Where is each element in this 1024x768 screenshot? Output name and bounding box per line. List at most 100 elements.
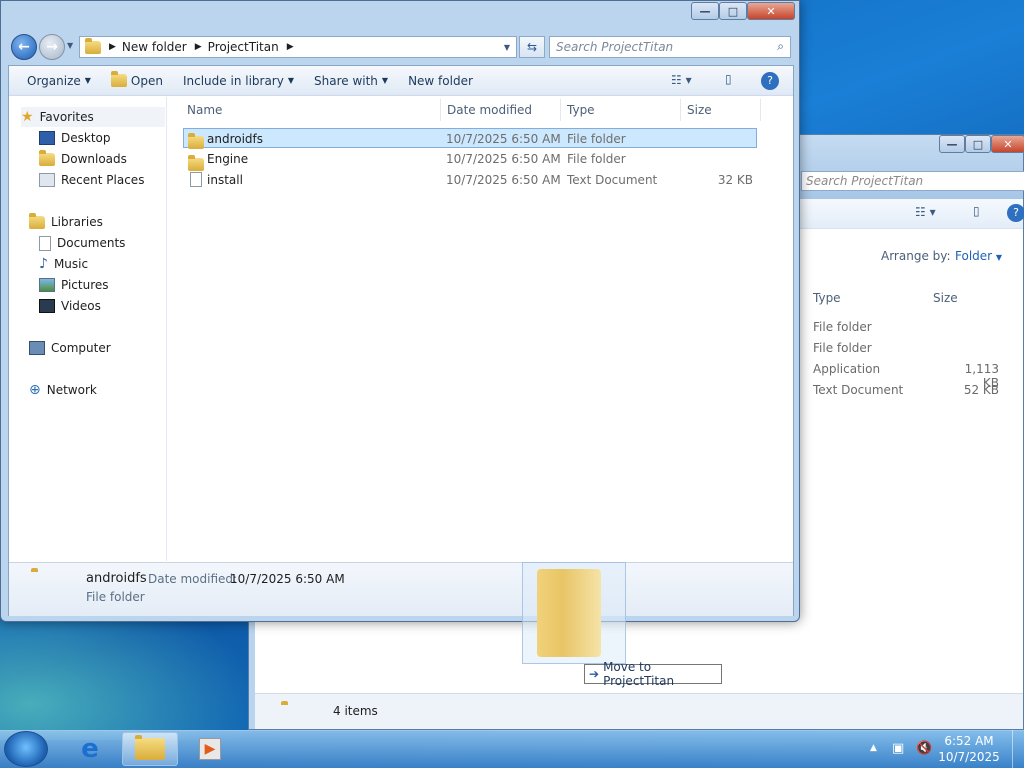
network-tray-icon[interactable]: ▣ (892, 741, 904, 756)
maximize-button[interactable]: □ (719, 2, 747, 20)
preview-pane-icon[interactable]: ▯ (725, 72, 732, 86)
downloads-icon (39, 149, 55, 166)
back-column-type[interactable]: Type (813, 291, 841, 305)
nav-network-label: Network (46, 383, 97, 397)
search-icon[interactable]: ⌕ (777, 39, 784, 54)
open-button[interactable]: Open (101, 69, 173, 93)
explorer-window[interactable]: — □ ✕ ← → ▼ ▶ New folder ▶ ProjectTitan … (0, 0, 800, 622)
open-folder-icon (110, 71, 127, 87)
file-name: install (207, 173, 243, 187)
nav-pictures-label: Pictures (61, 278, 109, 292)
details-pane: androidfs Date modified: 10/7/2025 6:50 … (9, 562, 793, 616)
nav-music[interactable]: ♪ Music (39, 254, 88, 274)
breadcrumb-arrow-icon[interactable]: ▶ (109, 42, 116, 52)
folder-icon (188, 132, 204, 149)
show-desktop-button[interactable] (1012, 730, 1024, 768)
nav-desktop-label: Desktop (61, 131, 111, 145)
internet-explorer-taskbar-button[interactable]: e (62, 732, 118, 766)
nav-pictures[interactable]: Pictures (39, 275, 109, 295)
details-name: androidfs (86, 571, 147, 586)
organize-button[interactable]: Organize ▼ (17, 69, 101, 93)
share-with-button[interactable]: Share with ▼ (304, 69, 398, 93)
file-size: 32 KB (717, 173, 753, 187)
windows-explorer-taskbar-button[interactable] (122, 732, 178, 766)
nav-recent-places[interactable]: Recent Places (39, 170, 144, 190)
column-header-date[interactable]: Date modified (443, 99, 561, 121)
nav-downloads-label: Downloads (61, 152, 127, 166)
back-column-size[interactable]: Size (933, 291, 958, 305)
preview-pane-icon[interactable]: ▯ (973, 204, 980, 218)
show-hidden-icons-button[interactable]: ▲ (870, 743, 877, 753)
minimize-button[interactable]: — (691, 2, 719, 20)
search-placeholder: Search ProjectTitan (556, 40, 674, 54)
desktop-icon (39, 131, 55, 145)
nav-documents[interactable]: Documents (39, 233, 125, 253)
text-document-icon (190, 172, 202, 187)
column-size-label: Size (687, 103, 712, 117)
nav-favorites[interactable]: ★ Favorites (21, 107, 165, 127)
file-row-androidfs[interactable]: androidfs 10/7/2025 6:50 AM File folder (183, 128, 757, 149)
back-row-type: File folder (813, 320, 872, 334)
file-name: androidfs (207, 132, 264, 146)
libraries-icon (29, 212, 45, 229)
back-status-bar: 4 items (255, 693, 1023, 729)
pictures-icon (39, 278, 55, 292)
folder-icon (188, 154, 204, 171)
videos-icon (39, 299, 55, 313)
breadcrumb-arrow-icon[interactable]: ▶ (287, 42, 294, 52)
column-type-label: Type (567, 103, 595, 117)
back-button[interactable]: ← (11, 34, 37, 60)
dragged-folder-icon (537, 569, 601, 657)
breadcrumb-new-folder[interactable]: New folder (122, 40, 187, 54)
search-input[interactable]: Search ProjectTitan ⌕ (549, 36, 791, 58)
arrange-by-dropdown[interactable]: Folder ▼ (955, 249, 1002, 263)
item-count: 4 items (333, 704, 378, 718)
back-minimize-button[interactable]: — (939, 135, 965, 153)
column-header-size[interactable]: Size (683, 99, 761, 121)
nav-recent-places-label: Recent Places (61, 173, 145, 187)
column-header-type[interactable]: Type (563, 99, 681, 121)
media-player-icon: ▶ (199, 738, 221, 760)
breadcrumb-projecttitan[interactable]: ProjectTitan (208, 40, 279, 54)
file-row-install[interactable]: install 10/7/2025 6:50 AM Text Document … (183, 170, 757, 190)
command-bar: Organize ▼ Open Include in library ▼ Share… (9, 66, 793, 96)
windows-explorer-icon (135, 735, 165, 760)
recent-pages-icon[interactable]: ▼ (67, 41, 73, 50)
start-button[interactable] (4, 731, 48, 767)
nav-videos[interactable]: Videos (39, 296, 101, 316)
new-folder-button[interactable]: New folder (398, 69, 483, 93)
back-close-button[interactable]: ✕ (991, 135, 1024, 153)
column-header-name[interactable]: Name (183, 99, 441, 121)
file-row-engine[interactable]: Engine 10/7/2025 6:50 AM File folder (183, 149, 757, 171)
breadcrumb-arrow-icon[interactable]: ▶ (195, 42, 202, 52)
nav-network[interactable]: ⊕ Network (29, 380, 97, 400)
forward-button[interactable]: → (39, 34, 65, 60)
back-search-input[interactable]: Search ProjectTitan (801, 171, 1024, 191)
clock[interactable]: 6:52 AM 10/7/2025 (934, 733, 1004, 765)
help-icon[interactable]: ? (761, 72, 779, 90)
back-row-type: Text Document (813, 383, 904, 397)
share-with-label: Share with (314, 73, 378, 88)
file-date: 10/7/2025 6:50 AM (446, 152, 561, 166)
include-in-library-button[interactable]: Include in library ▼ (173, 69, 304, 93)
help-icon[interactable]: ? (1007, 204, 1024, 222)
drag-ghost (522, 562, 626, 664)
recent-places-icon (39, 173, 55, 187)
view-options-icon[interactable]: ☷ ▾ (915, 205, 936, 219)
media-player-taskbar-button[interactable]: ▶ (182, 732, 238, 766)
back-maximize-button[interactable]: □ (965, 135, 991, 153)
volume-muted-icon[interactable]: 🔇 (916, 741, 932, 756)
refresh-button[interactable]: ⇆ (519, 36, 545, 58)
music-icon: ♪ (39, 256, 48, 272)
nav-desktop[interactable]: Desktop (39, 128, 111, 148)
nav-computer[interactable]: Computer (29, 338, 111, 358)
nav-downloads[interactable]: Downloads (39, 149, 127, 169)
view-options-icon[interactable]: ☷ ▾ (671, 73, 692, 87)
nav-libraries[interactable]: Libraries (29, 212, 103, 232)
file-date: 10/7/2025 6:50 AM (446, 132, 561, 146)
address-bar[interactable]: ▶ New folder ▶ ProjectTitan ▶ ▼ (79, 36, 517, 58)
close-button[interactable]: ✕ (747, 2, 795, 20)
chevron-down-icon: ▼ (995, 253, 1003, 262)
address-dropdown-icon[interactable]: ▼ (504, 43, 510, 52)
column-name-label: Name (187, 103, 223, 117)
